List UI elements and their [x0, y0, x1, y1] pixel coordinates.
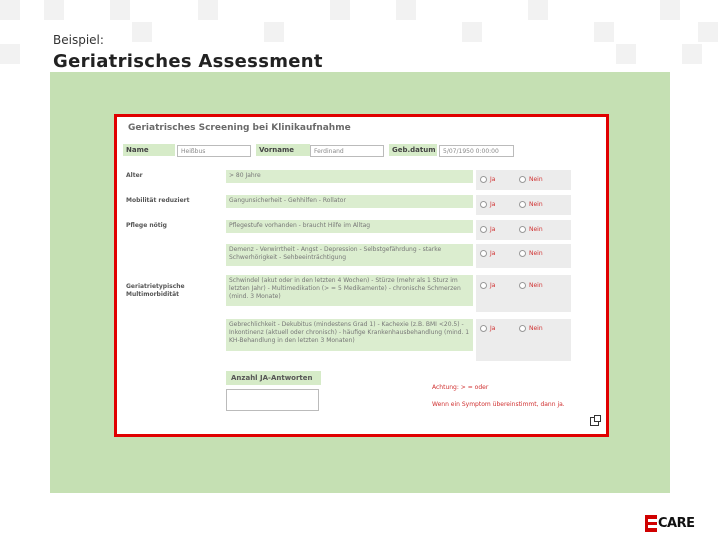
- vorname-field[interactable]: Ferdinand: [310, 145, 384, 157]
- ecare-logo: CARE: [645, 515, 695, 532]
- logo-wordmark: CARE: [658, 516, 695, 531]
- radio-icon: [519, 282, 526, 289]
- yes-no-group-mobilitaet: Ja Nein: [476, 195, 571, 215]
- name-label: Name: [123, 144, 175, 156]
- option-no-pflege[interactable]: Nein: [519, 226, 543, 233]
- option-yes-label: Ja: [490, 226, 496, 233]
- row-description-alter: > 80 Jahre: [226, 170, 473, 183]
- screening-form-window: Geriatrisches Screening bei Klinikaufnah…: [114, 114, 609, 437]
- ja-count-field[interactable]: [226, 389, 319, 411]
- radio-icon: [519, 226, 526, 233]
- yes-no-group-pflege: Ja Nein: [476, 220, 571, 240]
- gebdatum-field[interactable]: 5/07/1950 0:00:00: [439, 145, 514, 157]
- radio-icon: [480, 282, 487, 289]
- row-label-pflege: Pflege nötig: [126, 222, 167, 229]
- option-no-label: Nein: [529, 325, 543, 332]
- option-yes-pflege[interactable]: Ja: [480, 226, 495, 233]
- option-yes-label: Ja: [490, 201, 496, 208]
- radio-icon: [480, 250, 487, 257]
- option-no-label: Nein: [529, 201, 543, 208]
- yes-no-group-alter: Ja Nein: [476, 170, 571, 190]
- radio-icon: [480, 176, 487, 183]
- option-yes-multimorbiditaet-2[interactable]: Ja: [480, 325, 495, 332]
- row-label-alter: Alter: [126, 172, 143, 179]
- slide-kicker: Beispiel:: [53, 33, 104, 47]
- note-attention: Achtung: > = oder: [432, 384, 489, 391]
- vorname-label: Vorname: [256, 144, 310, 156]
- option-no-label: Nein: [529, 226, 543, 233]
- option-yes-label: Ja: [490, 176, 496, 183]
- option-no-kognition[interactable]: Nein: [519, 250, 543, 257]
- option-yes-multimorbiditaet-1[interactable]: Ja: [480, 282, 495, 289]
- form-heading: Geriatrisches Screening bei Klinikaufnah…: [128, 123, 351, 133]
- ja-count-label: Anzahl JA-Antworten: [226, 371, 321, 385]
- name-field[interactable]: Heißbus: [177, 145, 251, 157]
- row-description-multimorbiditaet-2: Gebrechlichkeit - Dekubitus (mindestens …: [226, 319, 473, 351]
- option-yes-label: Ja: [490, 250, 496, 257]
- yes-no-group-multimorbiditaet-1: Ja Nein: [476, 275, 571, 312]
- option-yes-mobilitaet[interactable]: Ja: [480, 201, 495, 208]
- option-no-multimorbiditaet-1[interactable]: Nein: [519, 282, 543, 289]
- option-yes-label: Ja: [490, 325, 496, 332]
- radio-icon: [480, 226, 487, 233]
- radio-icon: [519, 176, 526, 183]
- option-no-label: Nein: [529, 282, 543, 289]
- row-description-pflege: Pflegestufe vorhanden - braucht Hilfe im…: [226, 220, 473, 233]
- radio-icon: [519, 250, 526, 257]
- option-no-mobilitaet[interactable]: Nein: [519, 201, 543, 208]
- option-yes-label: Ja: [490, 282, 496, 289]
- logo-e-mark: [645, 515, 657, 532]
- gebdatum-label: Geb.datum: [389, 144, 437, 156]
- option-yes-alter[interactable]: Ja: [480, 176, 495, 183]
- option-no-label: Nein: [529, 250, 543, 257]
- radio-icon: [480, 201, 487, 208]
- row-description-kognition: Demenz - Verwirrtheit - Angst - Depressi…: [226, 244, 473, 266]
- row-label-mobilitaet: Mobilität reduziert: [126, 197, 190, 204]
- option-no-multimorbiditaet-2[interactable]: Nein: [519, 325, 543, 332]
- note-symptom-rule: Wenn ein Symptom übereinstimmt, dann ja.: [432, 401, 565, 408]
- row-description-multimorbiditaet-1: Schwindel (akut oder in den letzten 4 Wo…: [226, 275, 473, 306]
- popout-window-icon[interactable]: [590, 415, 601, 426]
- row-description-mobilitaet: Gangunsicherheit - Gehhilfen - Rollator: [226, 195, 473, 208]
- radio-icon: [519, 201, 526, 208]
- yes-no-group-kognition: Ja Nein: [476, 244, 571, 268]
- radio-icon: [480, 325, 487, 332]
- yes-no-group-multimorbiditaet-2: Ja Nein: [476, 319, 571, 361]
- slide-title: Geriatrisches Assessment: [53, 51, 323, 72]
- row-label-multimorbiditaet: Geriatrietypische Multimorbidität: [126, 283, 185, 298]
- radio-icon: [519, 325, 526, 332]
- option-no-alter[interactable]: Nein: [519, 176, 543, 183]
- option-no-label: Nein: [529, 176, 543, 183]
- option-yes-kognition[interactable]: Ja: [480, 250, 495, 257]
